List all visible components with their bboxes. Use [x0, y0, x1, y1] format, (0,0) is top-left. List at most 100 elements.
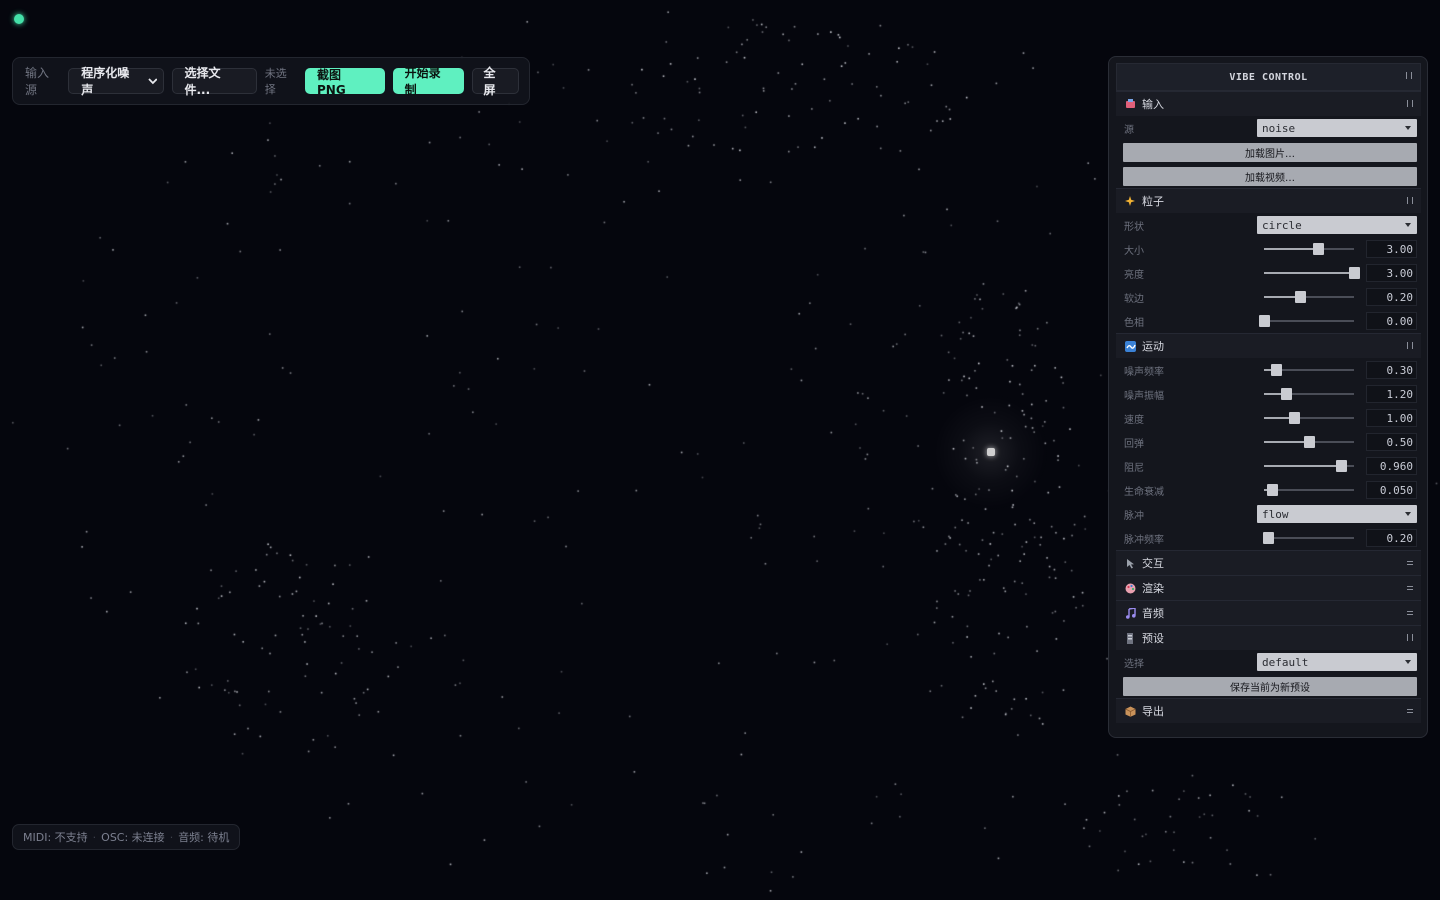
row-size: 大小 3.00	[1116, 237, 1421, 261]
pulse-frequency-value-input[interactable]: 0.20	[1366, 529, 1417, 547]
control-panel: VIBE CONTROL 输入 源 noise 加载图片… 加载视频… 粒子 形…	[1108, 56, 1428, 738]
row-brightness: 亮度 3.00	[1116, 261, 1421, 285]
pulse-frequency-slider[interactable]	[1262, 532, 1354, 544]
save-preset-button[interactable]: 保存当前为新预设	[1123, 676, 1417, 696]
folder-interaction[interactable]: 交互	[1116, 550, 1421, 575]
slider-thumb[interactable]	[1313, 243, 1324, 255]
preset-dropdown[interactable]: default	[1257, 653, 1417, 671]
slider-thumb[interactable]	[1295, 291, 1306, 303]
pulse-frequency-label: 脉冲频率	[1124, 534, 1164, 546]
expand-handle-icon[interactable]	[1407, 561, 1413, 565]
folder-input[interactable]: 输入	[1116, 91, 1421, 116]
row-noise-amplitude: 噪声振幅 1.20	[1116, 382, 1421, 406]
collapse-handle-icon[interactable]	[1406, 72, 1412, 79]
size-value-input[interactable]: 3.00	[1366, 240, 1417, 258]
slider-thumb[interactable]	[1259, 315, 1270, 327]
life-decay-value-input[interactable]: 0.050	[1366, 481, 1417, 499]
pulse-dropdown[interactable]: flow	[1257, 505, 1417, 523]
expand-handle-icon[interactable]	[1407, 586, 1413, 590]
caret-down-icon	[1405, 126, 1411, 130]
size-label: 大小	[1124, 245, 1144, 257]
source-dropdown[interactable]: noise	[1257, 119, 1417, 137]
slider-thumb[interactable]	[1304, 436, 1315, 448]
choose-file-button[interactable]: 选择文件...	[172, 66, 257, 97]
cursor-core	[987, 448, 995, 456]
fullscreen-button[interactable]: 全屏	[471, 66, 519, 97]
shape-dropdown[interactable]: circle	[1257, 216, 1417, 234]
hue-slider[interactable]	[1259, 315, 1354, 327]
row-noise-frequency: 噪声频率 0.30	[1116, 358, 1421, 382]
folder-motion-title: 运动	[1142, 340, 1164, 353]
life-decay-slider[interactable]	[1264, 484, 1354, 496]
folder-audio[interactable]: 音频	[1116, 600, 1421, 625]
source-dropdown-value: noise	[1262, 121, 1296, 135]
row-preset-select: 选择 default	[1116, 650, 1421, 674]
softness-value-input[interactable]: 0.20	[1366, 288, 1417, 306]
collapse-handle-icon[interactable]	[1407, 100, 1413, 107]
status-separator: ·	[92, 830, 97, 844]
audio-status: 音频: 待机	[178, 831, 230, 844]
damping-slider[interactable]	[1264, 460, 1354, 472]
load-video-button[interactable]: 加载视频…	[1123, 166, 1417, 186]
folder-interaction-title: 交互	[1142, 557, 1164, 570]
osc-status: OSC: 未连接	[101, 831, 165, 844]
shape-dropdown-value: circle	[1262, 218, 1302, 232]
softness-label: 软边	[1124, 293, 1144, 305]
source-select[interactable]: 程序化噪声	[68, 66, 165, 97]
collapse-handle-icon[interactable]	[1407, 197, 1413, 204]
music-note-icon	[1124, 607, 1136, 619]
slider-thumb[interactable]	[1349, 267, 1360, 279]
bookmark-icon	[1124, 632, 1136, 644]
preset-select-label: 选择	[1124, 658, 1144, 670]
row-hue: 色相 0.00	[1116, 309, 1421, 333]
load-image-button[interactable]: 加载图片…	[1123, 142, 1417, 162]
hue-label: 色相	[1124, 317, 1144, 329]
spring-slider[interactable]	[1264, 436, 1354, 448]
damping-value-input[interactable]: 0.960	[1366, 457, 1417, 475]
hue-value-input[interactable]: 0.00	[1366, 312, 1417, 330]
brightness-slider[interactable]	[1264, 267, 1360, 279]
row-load-video: 加载视频…	[1116, 164, 1421, 188]
midi-status: MIDI: 不支持	[23, 831, 88, 844]
collapse-handle-icon[interactable]	[1407, 634, 1413, 641]
softness-slider[interactable]	[1264, 291, 1354, 303]
collapse-handle-icon[interactable]	[1407, 342, 1413, 349]
row-damping: 阻尼 0.960	[1116, 454, 1421, 478]
expand-handle-icon[interactable]	[1407, 709, 1413, 713]
pulse-label: 脉冲	[1124, 510, 1144, 522]
slider-thumb[interactable]	[1335, 460, 1347, 472]
noise-amplitude-value-input[interactable]: 1.20	[1366, 385, 1417, 403]
sparkles-icon	[1124, 195, 1136, 207]
pointer-icon	[1124, 557, 1136, 569]
slider-thumb[interactable]	[1267, 484, 1279, 496]
caret-down-icon	[1405, 512, 1411, 516]
noise-amplitude-slider[interactable]	[1264, 388, 1354, 400]
video-camera-icon	[1124, 98, 1136, 110]
screenshot-button[interactable]: 截图 PNG	[305, 68, 385, 97]
panel-title: VIBE CONTROL	[1229, 71, 1308, 83]
record-button[interactable]: 开始录制	[392, 66, 464, 97]
brightness-value-input[interactable]: 3.00	[1366, 264, 1417, 282]
folder-presets[interactable]: 预设	[1116, 625, 1421, 650]
slider-thumb[interactable]	[1270, 364, 1282, 376]
expand-handle-icon[interactable]	[1407, 611, 1413, 615]
speed-value-input[interactable]: 1.00	[1366, 409, 1417, 427]
slider-thumb[interactable]	[1280, 388, 1292, 400]
shape-label: 形状	[1124, 221, 1144, 233]
folder-render[interactable]: 渲染	[1116, 575, 1421, 600]
folder-motion[interactable]: 运动	[1116, 333, 1421, 358]
folder-render-title: 渲染	[1142, 582, 1164, 595]
panel-title-bar[interactable]: VIBE CONTROL	[1116, 63, 1421, 91]
noise-frequency-slider[interactable]	[1264, 364, 1354, 376]
row-shape: 形状 circle	[1116, 213, 1421, 237]
folder-export[interactable]: 导出	[1116, 698, 1421, 723]
speed-slider[interactable]	[1264, 412, 1354, 424]
status-separator: ·	[169, 830, 174, 844]
folder-export-title: 导出	[1142, 705, 1164, 718]
slider-thumb[interactable]	[1288, 412, 1300, 424]
noise-frequency-value-input[interactable]: 0.30	[1366, 361, 1417, 379]
spring-value-input[interactable]: 0.50	[1366, 433, 1417, 451]
folder-particles[interactable]: 粒子	[1116, 188, 1421, 213]
size-slider[interactable]	[1264, 243, 1354, 255]
slider-thumb[interactable]	[1262, 532, 1274, 544]
